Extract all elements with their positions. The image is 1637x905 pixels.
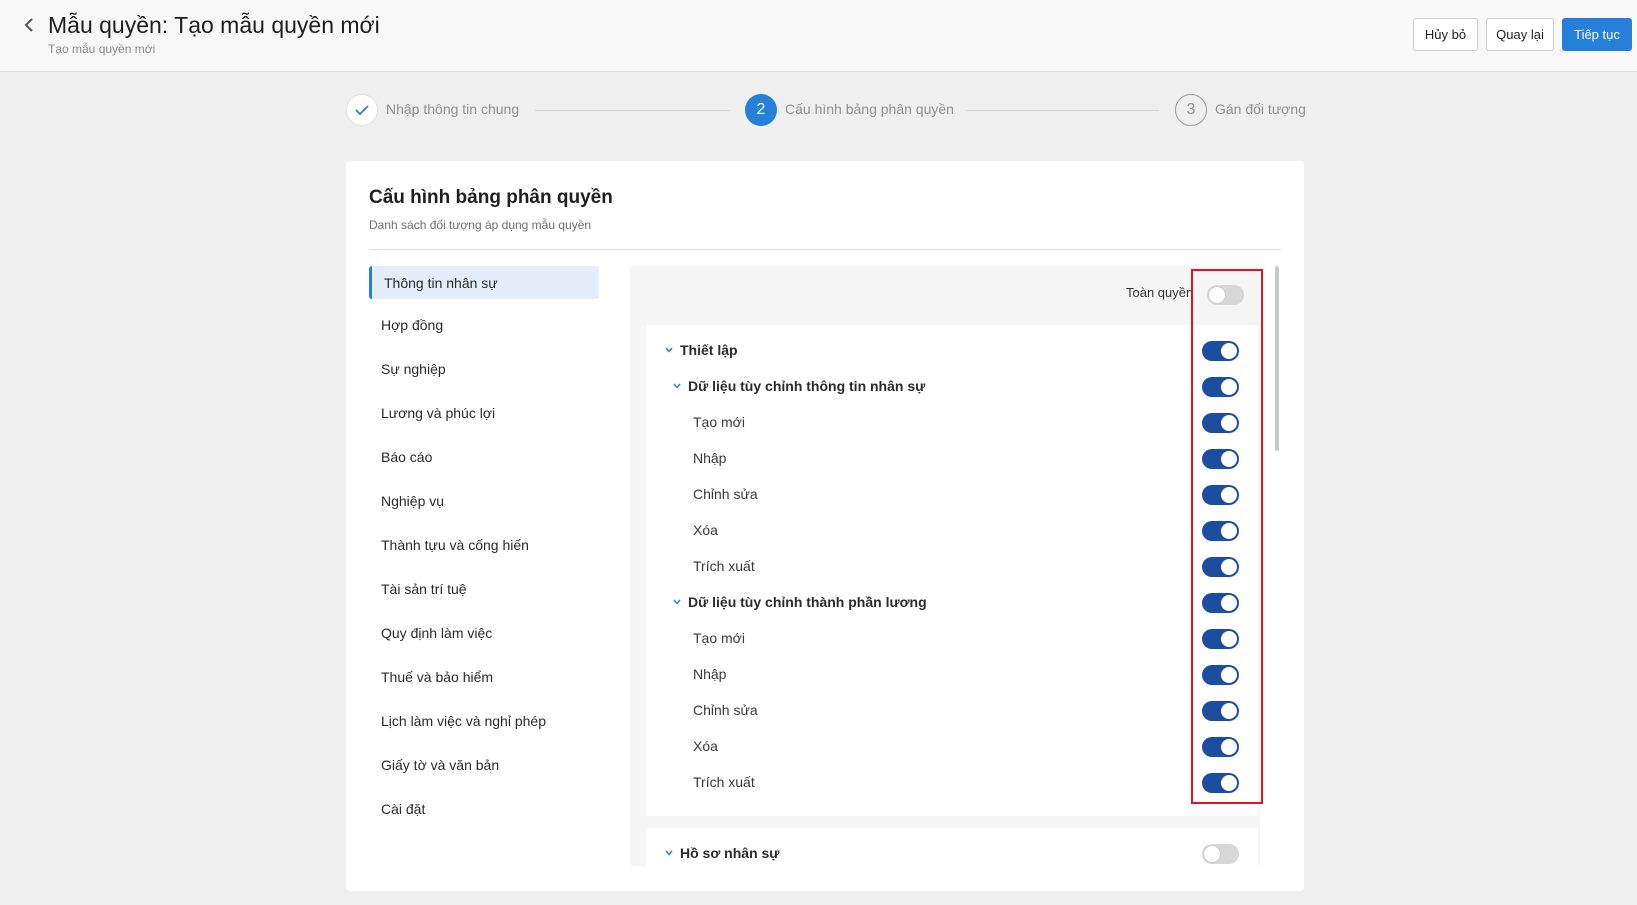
cancel-button[interactable]: Hủy bỏ — [1413, 18, 1478, 51]
perm-toggle[interactable] — [1202, 413, 1239, 433]
perm-toggle[interactable] — [1202, 737, 1239, 757]
perm-row: Dữ liệu tùy chỉnh thành phần lương — [646, 585, 1258, 621]
toggle-knob — [1221, 703, 1237, 719]
toggle-knob — [1221, 451, 1237, 467]
back-arrow-icon[interactable] — [18, 14, 40, 36]
page-subtitle: Tạo mẫu quyền mới — [48, 42, 156, 56]
perm-row: Chỉnh sửa — [646, 477, 1258, 513]
perm-toggle[interactable] — [1202, 521, 1239, 541]
perm-label: Xóa — [693, 738, 718, 754]
nav-item-giay-to-va-van-ban[interactable]: Giấy tờ và văn bản — [369, 748, 599, 781]
perm-group-ho-so-nhan-su: Hồ sơ nhân sự — [646, 828, 1258, 866]
perm-label: Hồ sơ nhân sự — [680, 845, 780, 861]
perm-label: Xóa — [693, 522, 718, 538]
nav-item-nghiep-vu[interactable]: Nghiệp vụ — [369, 484, 599, 517]
perm-row: Thiết lập — [646, 333, 1258, 369]
perm-label: Tạo mới — [693, 630, 745, 646]
perm-label: Nhập — [693, 450, 727, 466]
step-3-label: Gán đối tượng — [1215, 101, 1306, 117]
nav-item-su-nghiep[interactable]: Sự nghiệp — [369, 352, 599, 385]
perm-toggle[interactable] — [1202, 557, 1239, 577]
toggle-knob — [1221, 631, 1237, 647]
toggle-knob — [1209, 287, 1225, 303]
permission-config-card: Cấu hình bảng phân quyền Danh sách đối t… — [346, 161, 1304, 891]
nav-item-tai-san-tri-tue[interactable]: Tài sản trí tuệ — [369, 572, 599, 605]
perm-label: Tạo mới — [693, 414, 745, 430]
scrollbar-thumb[interactable] — [1275, 266, 1279, 451]
divider — [369, 249, 1281, 250]
perm-group-thiet-lap: Thiết lập Dữ liệu tùy chỉnh thông tin nh… — [646, 325, 1258, 816]
perm-row: Chỉnh sửa — [646, 693, 1258, 729]
perm-toggle[interactable] — [1202, 377, 1239, 397]
step-2-number: 2 — [745, 94, 777, 126]
toggle-knob — [1221, 559, 1237, 575]
full-access-toggle[interactable] — [1207, 285, 1244, 305]
perm-label: Trích xuất — [693, 558, 755, 574]
perm-row: Xóa — [646, 513, 1258, 549]
perm-row: Trích xuất — [646, 765, 1258, 801]
toggle-knob — [1221, 775, 1237, 791]
perm-label: Thiết lập — [680, 342, 738, 358]
perm-toggle[interactable] — [1202, 844, 1239, 864]
perm-label: Chỉnh sửa — [693, 702, 758, 718]
perm-label: Trích xuất — [693, 774, 755, 790]
perm-toggle[interactable] — [1202, 341, 1239, 361]
nav-item-thue-va-bao-hiem[interactable]: Thuế và bảo hiểm — [369, 660, 599, 693]
nav-item-luong-va-phuc-loi[interactable]: Lương và phúc lợi — [369, 396, 599, 429]
toggle-knob — [1204, 846, 1220, 862]
perm-toggle[interactable] — [1202, 629, 1239, 649]
perm-row: Tạo mới — [646, 405, 1258, 441]
permission-panel: Toàn quyền Thiết lập Dữ liệu tùy chỉnh t… — [630, 266, 1260, 866]
perm-row: Hồ sơ nhân sự — [646, 836, 1258, 866]
nav-item-lich-lam-viec[interactable]: Lịch làm việc và nghỉ phép — [369, 704, 599, 737]
step-connector — [966, 110, 1159, 111]
card-title: Cấu hình bảng phân quyền — [369, 187, 613, 208]
toggle-knob — [1221, 595, 1237, 611]
toggle-knob — [1221, 343, 1237, 359]
nav-item-thong-tin-nhan-su[interactable]: Thông tin nhân sự — [369, 266, 599, 299]
nav-item-bao-cao[interactable]: Báo cáo — [369, 440, 599, 473]
perm-row: Trích xuất — [646, 549, 1258, 585]
perm-toggle[interactable] — [1202, 665, 1239, 685]
toggle-knob — [1221, 415, 1237, 431]
toggle-knob — [1221, 379, 1237, 395]
perm-toggle[interactable] — [1202, 773, 1239, 793]
toggle-knob — [1221, 667, 1237, 683]
perm-row: Nhập — [646, 657, 1258, 693]
full-access-label: Toàn quyền — [1126, 285, 1194, 300]
page-title: Mẫu quyền: Tạo mẫu quyền mới — [48, 12, 380, 38]
perm-row: Nhập — [646, 441, 1258, 477]
nav-item-cai-dat[interactable]: Cài đặt — [369, 792, 599, 825]
perm-toggle[interactable] — [1202, 449, 1239, 469]
step-2-label: Cấu hình bảng phân quyền — [785, 101, 954, 117]
perm-toggle[interactable] — [1202, 701, 1239, 721]
nav-item-quy-dinh-lam-viec[interactable]: Quy định làm việc — [369, 616, 599, 649]
nav-item-thanh-tuu[interactable]: Thành tựu và cống hiến — [369, 528, 599, 561]
perm-toggle[interactable] — [1202, 593, 1239, 613]
nav-item-hop-dong[interactable]: Hợp đồng — [369, 308, 599, 341]
toggle-knob — [1221, 739, 1237, 755]
perm-row: Dữ liệu tùy chỉnh thông tin nhân sự — [646, 369, 1258, 405]
perm-label: Chỉnh sửa — [693, 486, 758, 502]
chevron-down-icon[interactable] — [664, 345, 674, 355]
perm-label: Dữ liệu tùy chỉnh thành phần lương — [688, 594, 927, 610]
chevron-down-icon[interactable] — [672, 597, 682, 607]
perm-row: Xóa — [646, 729, 1258, 765]
step-3-number: 3 — [1175, 94, 1207, 126]
toggle-knob — [1221, 523, 1237, 539]
back-button[interactable]: Quay lại — [1486, 18, 1554, 51]
chevron-down-icon[interactable] — [672, 381, 682, 391]
chevron-down-icon[interactable] — [664, 848, 674, 858]
perm-label: Nhập — [693, 666, 727, 682]
perm-label: Dữ liệu tùy chỉnh thông tin nhân sự — [688, 378, 926, 394]
toggle-knob — [1221, 487, 1237, 503]
step-1-label: Nhập thông tin chung — [386, 101, 520, 117]
perm-toggle[interactable] — [1202, 485, 1239, 505]
page-header: Mẫu quyền: Tạo mẫu quyền mới Tạo mẫu quy… — [0, 0, 1637, 72]
card-subtitle: Danh sách đối tượng áp dụng mẫu quyền — [369, 218, 592, 232]
step-1-check-icon — [346, 94, 378, 126]
perm-row: Tạo mới — [646, 621, 1258, 657]
step-connector — [535, 110, 730, 111]
next-button[interactable]: Tiếp tục — [1562, 18, 1632, 51]
